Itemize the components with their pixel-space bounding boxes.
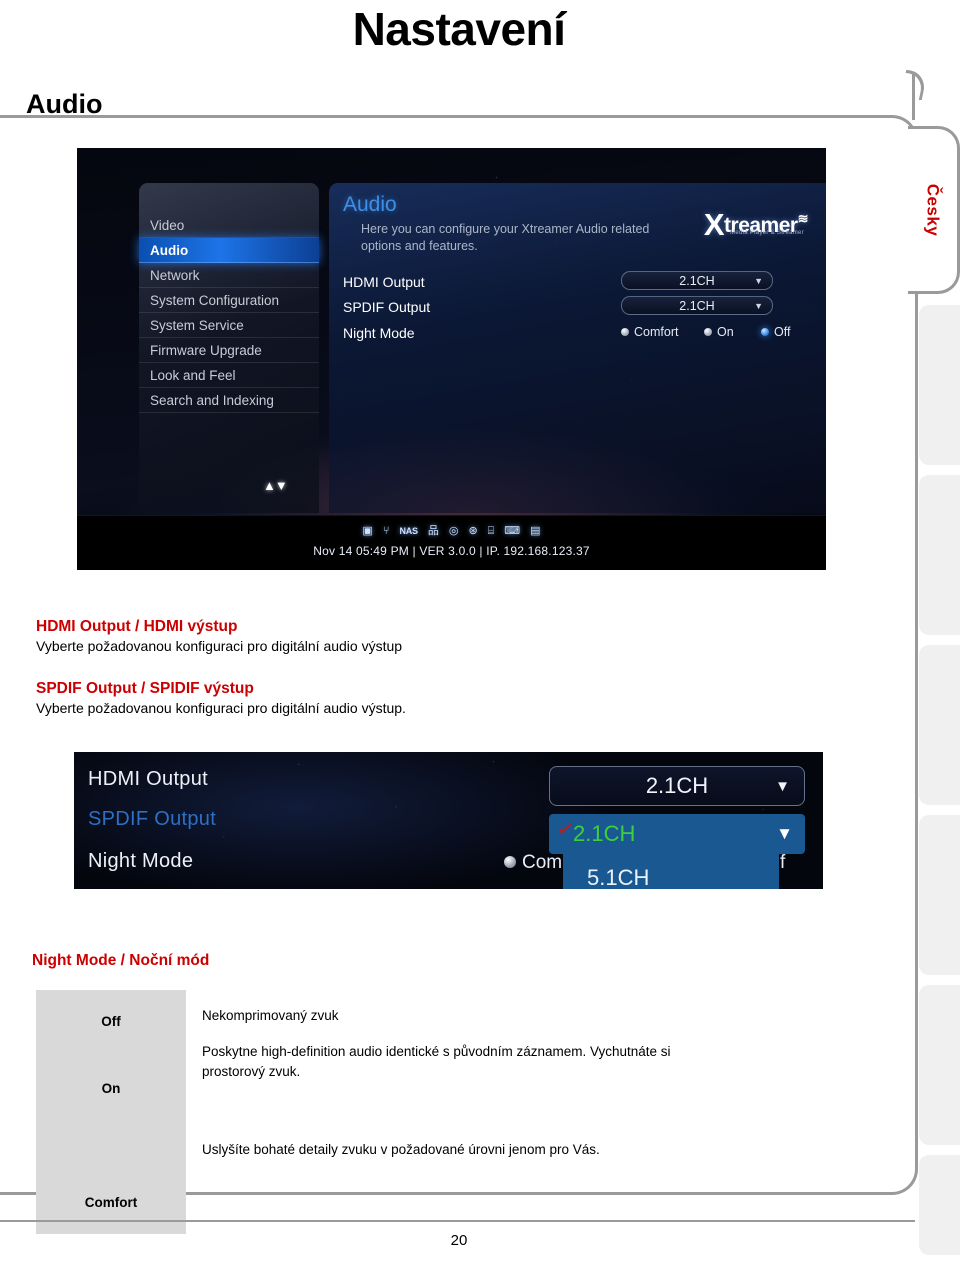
radio-dot-icon [704, 328, 712, 336]
language-tab-label: Česky [923, 183, 943, 237]
content-heading: Audio [343, 193, 397, 216]
memory-card-icon: ▤ [530, 525, 541, 537]
inset-radio-comfort-partial[interactable]: Com [504, 852, 562, 874]
page-number: 20 [450, 1232, 468, 1249]
sidebar-item-look-and-feel[interactable]: Look and Feel [139, 363, 319, 388]
nas-icon: NAS [399, 526, 418, 536]
label-night-mode: Night Mode [343, 325, 415, 341]
sidebar-item-search-and-indexing[interactable]: Search and Indexing [139, 388, 319, 413]
night-mode-table-title: Night Mode / Noční mód [32, 952, 210, 969]
language-tab-placeholder-1[interactable] [919, 305, 960, 465]
usb-drive-icon: ⌸ [487, 525, 495, 537]
sidebar-item-system-service[interactable]: System Service [139, 313, 319, 338]
night-mode-value-off: Nekomprimovaný zvuk [202, 1008, 339, 1023]
status-bar-icon-tray: ▣ ⑂ NAS 品 ◎ ⊛ ⌸ ⌨ ▤ [77, 524, 826, 538]
language-tab-cesky[interactable]: Česky [908, 126, 960, 294]
footer-divider [0, 1220, 915, 1222]
radio-night-mode-off-label: Off [774, 325, 791, 339]
select-spdif-output[interactable]: 2.1CH ▼ [621, 296, 773, 315]
inset-label-hdmi-output: HDMI Output [88, 768, 208, 790]
night-mode-key-off: Off [101, 1013, 121, 1029]
xtreamer-settings-screenshot: Video Audio Network System Configuration… [77, 148, 826, 570]
page-border-stub-top [912, 72, 915, 120]
night-mode-key-on: On [101, 1080, 121, 1096]
chevron-down-icon: ▼ [754, 275, 763, 286]
inset-label-night-mode: Night Mode [88, 850, 194, 872]
spdif-dropdown-screenshot: HDMI Output SPDIF Output Night Mode Com … [74, 752, 823, 889]
radio-dot-selected-icon [761, 328, 769, 336]
inset-radio-off-partial[interactable]: f [780, 852, 785, 874]
language-tab-placeholder-5[interactable] [919, 985, 960, 1145]
harddisk-icon: ▣ [362, 525, 373, 537]
document-page: Česky Nastavení Audio Video Audio Networ… [0, 0, 960, 1269]
xtreamer-logo: Xtreamer≋ [703, 207, 809, 243]
chevron-down-icon: ▼ [776, 824, 793, 843]
radio-dot-icon [621, 328, 629, 336]
description-hdmi-output-heading: HDMI Output / HDMI výstup [36, 618, 238, 635]
dropdown-option-5-1ch[interactable]: 5.1CH [563, 854, 779, 889]
xtreamer-logo-x: X [703, 207, 725, 242]
keyboard-icon: ⌨ [504, 525, 521, 537]
page-title: Nastavení [352, 3, 566, 55]
inset-select-hdmi-output[interactable]: 2.1CH ▼ [549, 766, 805, 806]
network-icon: 品 [427, 525, 439, 537]
status-bar: ▣ ⑂ NAS 品 ◎ ⊛ ⌸ ⌨ ▤ Nov 14 05:49 PM | VE… [77, 515, 826, 570]
language-tab-placeholder-4[interactable] [919, 815, 960, 975]
select-hdmi-output-value: 2.1CH [679, 273, 715, 288]
night-mode-value-comfort: Uslyšíte bohaté detaily zvuku v požadova… [202, 1142, 600, 1157]
radio-night-mode-on[interactable]: On [704, 325, 734, 339]
sidebar-item-network[interactable]: Network [139, 263, 319, 288]
description-spdif-output-heading: SPDIF Output / SPIDIF výstup [36, 680, 254, 697]
description-spdif-output-body: Vyberte požadovanou konfiguraci pro digi… [36, 700, 406, 716]
inset-select-spdif-output-value: 2.1CH [573, 821, 636, 846]
language-tab-placeholder-2[interactable] [919, 475, 960, 635]
inset-select-hdmi-output-value: 2.1CH [645, 773, 709, 798]
language-tab-placeholder-6[interactable] [919, 1155, 960, 1255]
internet-globe-icon: ⊛ [468, 525, 478, 537]
sidebar-item-audio[interactable]: Audio [139, 238, 319, 263]
select-hdmi-output[interactable]: 2.1CH ▼ [621, 271, 773, 290]
optical-disc-icon: ◎ [448, 525, 459, 537]
label-spdif-output: SPDIF Output [343, 299, 431, 315]
chevron-down-icon: ▼ [775, 777, 790, 795]
description-spdif-output: SPDIF Output / SPIDIF výstup Vyberte pož… [36, 680, 406, 716]
radio-dot-icon [504, 856, 516, 868]
description-hdmi-output: HDMI Output / HDMI výstup Vyberte požado… [36, 618, 402, 654]
checkmark-icon: ✓ [554, 817, 576, 843]
section-heading-audio: Audio [26, 89, 103, 119]
night-mode-value-on: Poskytne high-definition audio identické… [202, 1044, 671, 1079]
inset-label-spdif-output: SPDIF Output [88, 808, 217, 830]
select-spdif-output-value: 2.1CH [679, 298, 715, 313]
radio-night-mode-on-label: On [717, 325, 734, 339]
radio-night-mode-off[interactable]: Off [761, 325, 790, 339]
radio-night-mode-comfort-label: Comfort [634, 325, 679, 339]
sidebar-item-video[interactable]: Video [139, 213, 319, 238]
usb-icon: ⑂ [382, 525, 390, 537]
settings-content-panel: Audio Here you can configure your Xtream… [329, 183, 826, 513]
label-hdmi-output: HDMI Output [343, 274, 425, 290]
chevron-down-icon: ▼ [754, 300, 763, 311]
xtreamer-logo-tagline: Media Player & Streamer [730, 230, 804, 236]
sidebar-item-firmware-upgrade[interactable]: Firmware Upgrade [139, 338, 319, 363]
inset-select-spdif-output-open[interactable]: ✓ 2.1CH ▼ [549, 814, 805, 854]
description-hdmi-output-body: Vyberte požadovanou konfiguraci pro digi… [36, 638, 403, 654]
wifi-wave-icon: ≋ [797, 211, 809, 226]
radio-night-mode-comfort[interactable]: Comfort [621, 325, 678, 339]
content-description: Here you can configure your Xtreamer Aud… [361, 222, 650, 253]
night-mode-table-key-column: Off On Comfort [36, 990, 186, 1234]
settings-nav-panel: Video Audio Network System Configuration… [139, 183, 319, 513]
status-bar-text: Nov 14 05:49 PM | VER 3.0.0 | IP. 192.16… [313, 544, 590, 558]
night-mode-key-comfort: Comfort [84, 1194, 138, 1210]
sidebar-item-system-configuration[interactable]: System Configuration [139, 288, 319, 313]
language-tab-placeholder-3[interactable] [919, 645, 960, 805]
scroll-arrows-icon[interactable]: ▲▼ [263, 478, 288, 493]
inset-radio-comfort-label: Com [522, 852, 563, 873]
